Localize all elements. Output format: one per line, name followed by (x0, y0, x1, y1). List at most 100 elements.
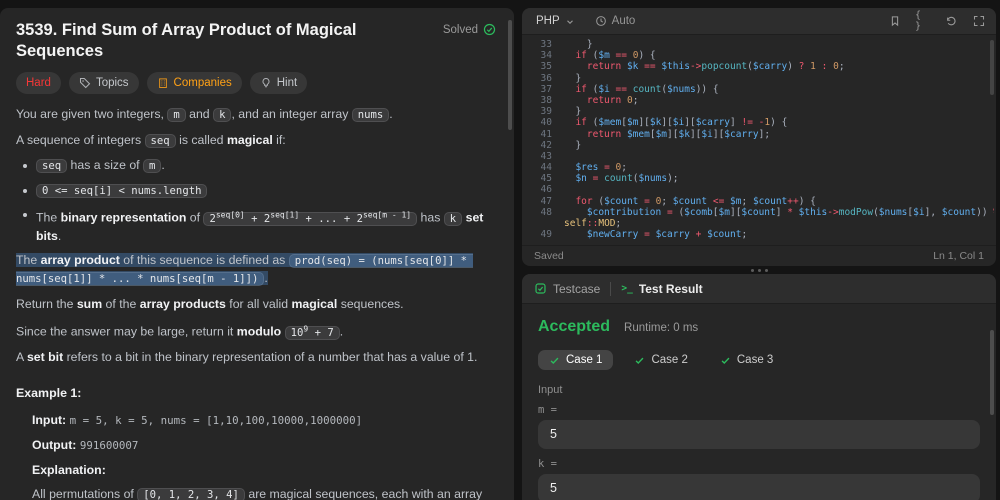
field-value[interactable]: 5 (538, 420, 980, 449)
auto-icon (595, 15, 607, 27)
code-line: 37 if ($i == count($nums)) { (526, 84, 994, 95)
paragraph-selected: The array product of this sequence is de… (16, 252, 496, 289)
code-line: 38 return 0; (526, 95, 994, 106)
line-number: 46 (526, 184, 552, 195)
bold-text: magical (227, 133, 273, 147)
tag-topics[interactable]: Topics (69, 72, 139, 94)
example-line: Explanation: (16, 462, 496, 478)
paragraph: Since the answer may be large, return it… (16, 320, 496, 342)
tag-hint[interactable]: Hint (250, 72, 307, 94)
text: . (264, 271, 267, 285)
problem-scrollbar[interactable] (508, 20, 512, 130)
code-line: 41 return $mem[$m][$k][$i][$carry]; (526, 129, 994, 140)
solved-status: Solved (443, 23, 496, 36)
console-tabbar: Testcase >_ Test Result (522, 274, 996, 304)
expand-icon[interactable] (971, 14, 986, 29)
tag-label: Hard (26, 77, 51, 89)
code-line: 36 } (526, 73, 994, 84)
tab-label: Testcase (553, 282, 600, 296)
horizontal-resize-handle[interactable] (745, 267, 773, 273)
case-label: Case 1 (566, 354, 602, 366)
editor-scrollbar[interactable] (990, 40, 994, 95)
chevron-down-icon (565, 17, 575, 27)
bold-text: array product (41, 253, 120, 267)
case-label: Case 2 (651, 354, 687, 366)
case-label: Case 3 (737, 354, 773, 366)
braces-icon[interactable]: { } (915, 14, 930, 29)
bold-text: Input: (32, 413, 70, 427)
paragraph: A sequence of integers seq is called mag… (16, 132, 496, 151)
line-number: 37 (526, 84, 552, 95)
tag-hard[interactable]: Hard (16, 72, 61, 94)
case-tab-case-2[interactable]: Case 2 (623, 350, 698, 370)
text: , and an integer array (231, 107, 351, 121)
tag-label: Topics (96, 77, 129, 89)
tab-testcase[interactable]: Testcase (534, 282, 600, 296)
line-number: 38 (526, 95, 552, 106)
tab-test-result[interactable]: >_ Test Result (621, 282, 702, 296)
line-number: 39 (526, 106, 552, 117)
bookmark-icon[interactable] (887, 14, 902, 29)
language-selector[interactable]: PHP (532, 13, 579, 29)
terminal-icon: >_ (621, 283, 632, 294)
mono-text: 991600007 (80, 439, 139, 452)
case-tab-case-1[interactable]: Case 1 (538, 350, 613, 370)
code-line: 48 $contribution = ($comb[$m][$count] * … (526, 207, 994, 218)
line-number: 36 (526, 73, 552, 84)
tag-companies[interactable]: Companies (147, 72, 242, 94)
code-line: self::MOD; (526, 218, 994, 229)
code-line: 44 $res = 0; (526, 162, 994, 173)
result-status: Accepted (538, 318, 610, 336)
testcase-field: m =5 (538, 404, 980, 449)
result-runtime: Runtime: 0 ms (624, 322, 698, 334)
code-line: 45 $n = count($nums); (526, 173, 994, 184)
language-label: PHP (536, 15, 560, 27)
case-tabs: Case 1 Case 2 Case 3 (538, 350, 980, 370)
tag-label: Hint (277, 77, 297, 89)
inline-code: k (444, 212, 462, 226)
code-lines[interactable]: 33 }34 if ($m == 0) {35 return $k == $th… (522, 35, 996, 245)
inline-code: 0 <= seq[i] < nums.length (36, 184, 207, 198)
text: sequences. (337, 297, 403, 311)
console-body: Accepted Runtime: 0 ms Case 1Case 2Case … (522, 304, 996, 500)
inline-code: 109 + 7 (285, 326, 340, 340)
code-editor-panel: PHP Auto { } 33 }34 if ($m == 0) {35 ret… (522, 8, 996, 266)
bold-text: Explanation: (32, 463, 106, 477)
auto-label: Auto (612, 15, 636, 27)
bulb-icon (260, 77, 272, 89)
line-number: 44 (526, 162, 552, 173)
checkbox-icon (534, 282, 547, 295)
bullet-item: 0 <= seq[i] < nums.length (16, 182, 496, 201)
line-number: 41 (526, 129, 552, 140)
tab-label: Test Result (639, 282, 703, 296)
code-line: 43 (526, 151, 994, 162)
line-number: 48 (526, 207, 552, 218)
undo-icon[interactable] (943, 14, 958, 29)
text: refers to a bit in the binary representa… (63, 350, 477, 364)
console-scrollbar[interactable] (990, 330, 994, 415)
inline-code: k (213, 108, 231, 122)
code-line: 49 $newCarry = $carry + $count; (526, 229, 994, 240)
text: of the (102, 297, 140, 311)
auto-toggle[interactable]: Auto (595, 15, 636, 27)
mono-text: m = 5, k = 5, nums = [1,10,100,10000,100… (70, 414, 363, 427)
text: Since the answer may be large, return it (16, 325, 237, 339)
text: has (417, 211, 444, 225)
problem-panel: 3539. Find Sum of Array Product of Magic… (0, 8, 514, 500)
field-value[interactable]: 5 (538, 474, 980, 500)
example-line: Input: m = 5, k = 5, nums = [1,10,100,10… (16, 412, 496, 429)
code-line: 34 if ($m == 0) { (526, 50, 994, 61)
paragraph: A set bit refers to a bit in the binary … (16, 349, 496, 367)
text: . (58, 229, 61, 243)
line-number: 33 (526, 39, 552, 50)
tab-divider (610, 282, 611, 296)
text: . (389, 107, 392, 121)
case-tab-case-3[interactable]: Case 3 (709, 350, 784, 370)
code-line: 46 (526, 184, 994, 195)
editor-statusbar: Saved Ln 1, Col 1 (522, 245, 996, 266)
cursor-position: Ln 1, Col 1 (933, 250, 984, 262)
code-line: 35 return $k == $this->popcount($carry) … (526, 61, 994, 72)
bold-text: magical (291, 297, 337, 311)
bold-text: binary representation (61, 211, 187, 225)
check-icon (720, 355, 731, 366)
